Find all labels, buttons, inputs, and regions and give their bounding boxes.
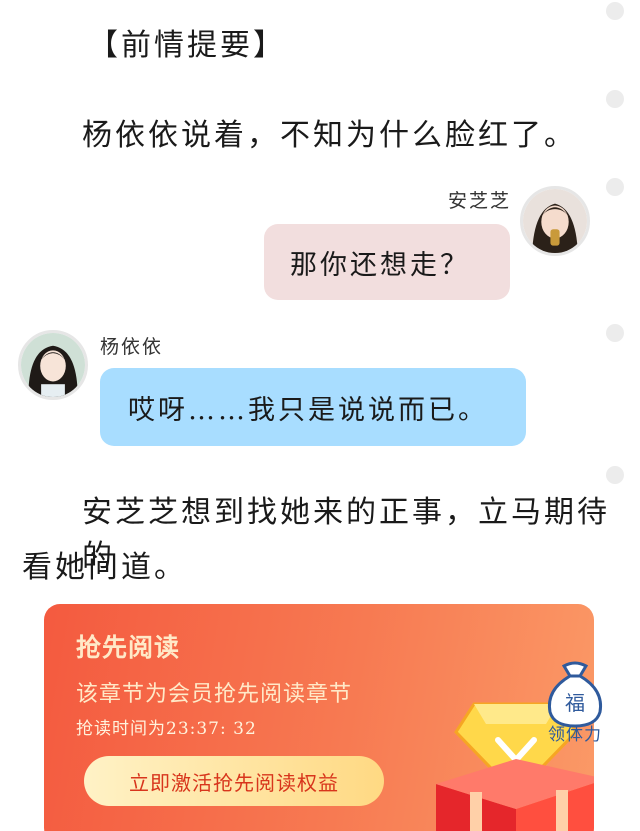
scroll-dot — [606, 466, 624, 484]
reward-label[interactable]: 领体力 — [548, 720, 602, 745]
chat-bubble-right: 那你还想走？ — [264, 224, 510, 300]
chat-bubble-left: 哎呀……我只是说说而已。 — [100, 368, 526, 446]
chat-message: 那你还想走？ — [290, 249, 470, 281]
countdown-timer: 抢读时间为23:37: 32 — [76, 719, 257, 739]
scroll-dot — [606, 324, 624, 342]
button-label: 立即激活抢先阅读权益 — [129, 770, 339, 795]
scroll-dot — [606, 90, 624, 108]
narration-paragraph: 看她问道。 — [22, 550, 187, 585]
avatar[interactable] — [18, 330, 88, 400]
chat-message: 哎呀……我只是说说而已。 — [128, 394, 488, 426]
speaker-name: 安芝芝 — [448, 190, 512, 212]
card-subtitle: 该章节为会员抢先阅读章节 — [76, 682, 353, 707]
scroll-dot — [606, 178, 624, 196]
activate-premium-button[interactable]: 立即激活抢先阅读权益 — [84, 756, 384, 806]
scroll-dot — [606, 2, 624, 20]
recap-heading: 【前情提要】 — [88, 28, 286, 63]
card-title: 抢先阅读 — [76, 633, 181, 662]
premium-read-card[interactable]: 抢先阅读 该章节为会员抢先阅读章节 抢读时间为23:37: 32 立即激活抢先阅… — [44, 604, 594, 831]
speaker-name: 杨依依 — [100, 336, 164, 358]
avatar[interactable] — [520, 186, 590, 256]
narration-paragraph: 杨依依说着，不知为什么脸红了。 — [82, 118, 577, 153]
bag-glyph: 福 — [565, 691, 585, 715]
